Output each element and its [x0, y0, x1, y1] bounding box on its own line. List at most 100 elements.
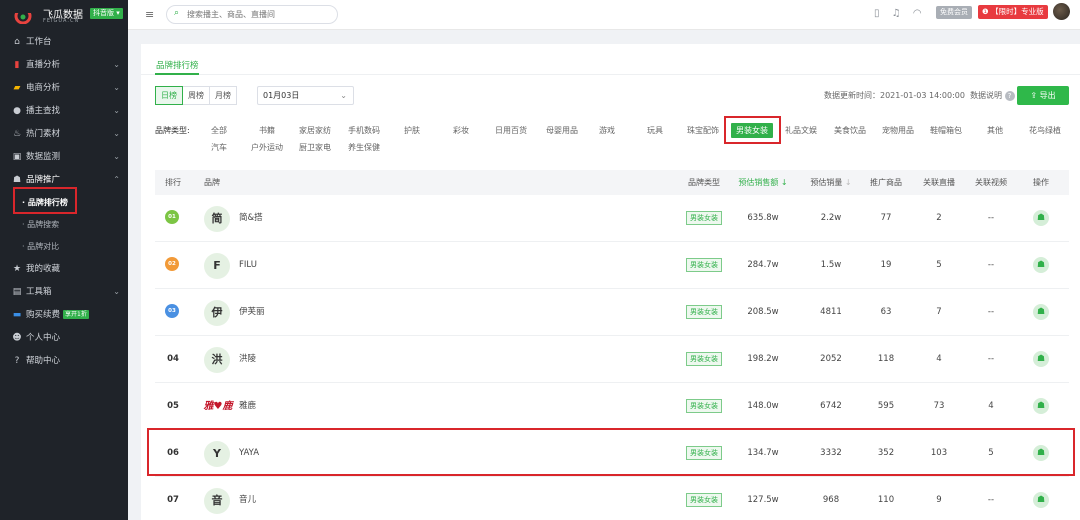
related-lives: 7 [936, 307, 942, 317]
brand-detail-icon[interactable]: ☗ [1033, 398, 1049, 414]
sidebar-item-toolbox[interactable]: ▤ 工具箱 ⌄ [0, 281, 128, 303]
sidebar-subitem-brand-compare[interactable]: · 品牌对比 [0, 236, 128, 258]
avatar[interactable] [1053, 3, 1070, 20]
chevron-down-icon: ⌄ [113, 83, 120, 92]
sidebar-subitem-brand-search[interactable]: · 品牌搜索 [0, 214, 128, 236]
related-videos: -- [987, 260, 995, 270]
table-row[interactable]: 03 伊伊芙丽 男装女装 208.5w 4811 63 7 -- ☗ [155, 289, 1069, 336]
category-item[interactable]: 母婴用品 [546, 125, 578, 136]
sidebar-item-personal-center[interactable]: ☻ 个人中心 [0, 327, 128, 349]
highlight-frame [147, 428, 1075, 476]
sidebar-item-hot-material[interactable]: ♨ 热门素材 ⌄ [0, 123, 128, 145]
logo[interactable]: 飞瓜数据 FEIGUA.CN 抖音版 ▾ [8, 4, 128, 26]
category-item[interactable]: 户外运动 [251, 142, 283, 153]
search-input[interactable] [187, 8, 332, 21]
table-row[interactable]: 05 雅♥鹿 雅鹿 男装女装 148.0w 6742 595 73 4 ☗ [155, 383, 1069, 430]
headset-icon[interactable]: ◠ [913, 8, 922, 19]
sidebar-item-streamer-search[interactable]: ● 播主查找 ⌄ [0, 100, 128, 122]
sidebar-item-purchase[interactable]: ▬ 购买续费 享开1折 [0, 304, 128, 326]
category-item[interactable]: 家居家纺 [299, 125, 331, 136]
mobile-icon[interactable]: ▯ [874, 8, 880, 19]
date-select[interactable]: 01月03日 ⌄ [257, 86, 354, 105]
table-header: 排行 品牌 品牌类型 预估销售额 ↓ 预估销量 ↓ 推广商品 关联直播 关联视频… [155, 170, 1069, 195]
sidebar-item-ecommerce-analysis[interactable]: ▰ 电商分析 ⌄ [0, 77, 128, 99]
period-day-button[interactable]: 日榜 [155, 86, 183, 105]
table-row[interactable]: 02 F FILU 男装女装 284.7w 1.5w 19 5 -- ☗ [155, 242, 1069, 289]
col-videos: 关联视频 [975, 178, 1007, 187]
brand-detail-icon[interactable]: ☗ [1033, 210, 1049, 226]
category-item[interactable]: 日用百货 [495, 125, 527, 136]
brand-name[interactable]: 伊芙丽 [239, 289, 265, 336]
search-box[interactable]: ⌕ [166, 5, 338, 24]
rank-medal-icon: 01 [165, 210, 179, 224]
tab-brand-ranking[interactable]: 品牌排行榜 [156, 59, 199, 71]
category-item[interactable]: 彩妆 [453, 125, 469, 136]
sidebar-item-data-monitor[interactable]: ▣ 数据监测 ⌄ [0, 146, 128, 168]
brand-name[interactable]: 简&搭 [239, 195, 263, 242]
category-item[interactable]: 厨卫家电 [299, 142, 331, 153]
chart-bars-icon: ▮ [14, 60, 20, 70]
member-badge[interactable]: 免费会员 [936, 6, 972, 19]
category-item[interactable]: 礼品文娱 [785, 125, 817, 136]
period-week-button[interactable]: 周榜 [182, 86, 210, 105]
export-button[interactable]: ⇪ 导出 [1017, 86, 1069, 105]
table-row[interactable]: 04 洪洪陵 男装女装 198.2w 2052 118 4 -- ☗ [155, 336, 1069, 383]
category-item[interactable]: 宠物用品 [882, 125, 914, 136]
help-icon: ? [14, 356, 20, 366]
category-item[interactable]: 花鸟绿植 [1029, 125, 1061, 136]
data-description-link[interactable]: 数据说明 [970, 91, 1002, 100]
brand-detail-icon[interactable]: ☗ [1033, 492, 1049, 508]
category-item[interactable]: 养生保健 [348, 142, 380, 153]
sidebar-item-workbench[interactable]: ⌂ 工作台 [0, 31, 128, 53]
discount-badge: 享开1折 [63, 310, 89, 319]
bell-icon[interactable]: ♫ [892, 8, 901, 19]
category-item[interactable]: 美食饮品 [834, 125, 866, 136]
sidebar-item-favorites[interactable]: ★ 我的收藏 [0, 258, 128, 280]
table-row[interactable]: 01 简简&搭 男装女装 635.8w 2.2w 77 2 -- ☗ [155, 195, 1069, 242]
category-item[interactable]: 珠宝配饰 [687, 125, 719, 136]
brand-detail-icon[interactable]: ☗ [1033, 304, 1049, 320]
brand-detail-icon[interactable]: ☗ [1033, 351, 1049, 367]
related-lives: 9 [936, 495, 942, 505]
est-volume: 1.5w [820, 260, 842, 270]
brand-logo: 音 [204, 488, 230, 514]
question-icon[interactable]: ? [1004, 90, 1015, 101]
brand-detail-icon[interactable]: ☗ [1033, 257, 1049, 273]
table-row[interactable]: 07 音音儿 男装女装 127.5w 968 110 9 -- ☗ [155, 477, 1069, 520]
search-icon: ● [13, 106, 21, 116]
upgrade-button[interactable]: ❶ 【限时】专业版 [978, 5, 1048, 19]
brand-type-tag: 男装女装 [686, 305, 722, 319]
category-item[interactable]: 鞋帽箱包 [930, 125, 962, 136]
sidebar-item-help-center[interactable]: ? 帮助中心 [0, 350, 128, 372]
rank-number: 04 [167, 354, 179, 364]
brand-logo: 洪 [204, 347, 230, 373]
tab-active-indicator [155, 73, 199, 75]
col-actions: 操作 [1033, 178, 1049, 187]
brand-name[interactable]: 音儿 [239, 477, 256, 520]
brand-name[interactable]: 洪陵 [239, 336, 256, 383]
col-est-volume[interactable]: 预估销量 ↓ [810, 170, 851, 195]
sidebar: 飞瓜数据 FEIGUA.CN 抖音版 ▾ ⌂ 工作台 ▮ 直播分析 ⌄ ▰ 电商分析 ⌄ … [0, 0, 128, 520]
category-item[interactable]: 玩具 [647, 125, 663, 136]
category-item[interactable]: 游戏 [599, 125, 615, 136]
related-videos: -- [987, 307, 995, 317]
sidebar-item-live-analysis[interactable]: ▮ 直播分析 ⌄ [0, 54, 128, 76]
star-icon: ★ [12, 264, 22, 274]
chevron-down-icon: ⌄ [113, 152, 120, 161]
category-item[interactable]: 汽车 [211, 142, 227, 153]
menu-toggle-icon[interactable]: ≡ [145, 8, 154, 21]
fire-icon: ♨ [12, 129, 22, 139]
top-icons: ▯ ♫ ◠ [874, 8, 931, 19]
col-est-sales[interactable]: 预估销售额 ↓ [738, 170, 787, 195]
category-item[interactable]: 手机数码 [348, 125, 380, 136]
period-month-button[interactable]: 月榜 [209, 86, 237, 105]
edition-badge[interactable]: 抖音版 ▾ [90, 8, 123, 19]
brand-name[interactable]: FILU [239, 242, 257, 289]
category-item[interactable]: 护肤 [404, 125, 420, 136]
category-item[interactable]: 其他 [987, 125, 1003, 136]
brand-name[interactable]: 雅鹿 [239, 383, 256, 430]
category-item[interactable]: 全部 [211, 125, 227, 136]
category-item[interactable]: 书籍 [259, 125, 275, 136]
brand-type-tag: 男装女装 [686, 399, 722, 413]
col-brand-type: 品牌类型 [688, 178, 720, 187]
